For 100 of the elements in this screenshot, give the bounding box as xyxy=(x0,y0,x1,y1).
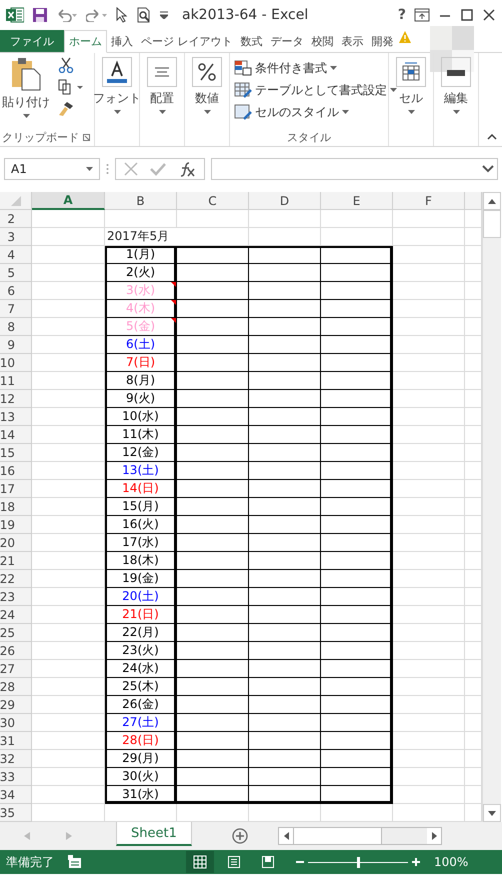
ribbon-tab[interactable]: 挿入 xyxy=(107,30,137,52)
table-cell[interactable]: 7(日) xyxy=(105,354,177,372)
table-cell[interactable] xyxy=(321,480,393,498)
table-cell[interactable] xyxy=(249,624,321,642)
redo-icon[interactable] xyxy=(86,8,108,22)
row-header[interactable]: 13 xyxy=(0,408,32,426)
table-cell[interactable] xyxy=(177,300,249,318)
table-cell[interactable] xyxy=(177,660,249,678)
maximize-icon[interactable] xyxy=(460,8,474,22)
table-cell[interactable]: 28(日) xyxy=(105,732,177,750)
table-cell[interactable]: 13(土) xyxy=(105,462,177,480)
table-cell[interactable] xyxy=(321,282,393,300)
row-header[interactable]: 4 xyxy=(0,246,32,264)
group-button[interactable]: フォント xyxy=(93,90,141,107)
collapse-ribbon-icon[interactable] xyxy=(487,134,497,140)
table-cell[interactable] xyxy=(321,408,393,426)
down-arrow-icon[interactable] xyxy=(488,810,496,816)
table-cell[interactable] xyxy=(321,624,393,642)
table-cell[interactable] xyxy=(177,246,249,264)
table-cell[interactable] xyxy=(177,336,249,354)
pointer-icon[interactable] xyxy=(116,7,128,23)
table-cell[interactable] xyxy=(177,282,249,300)
caret-icon[interactable] xyxy=(22,114,30,118)
table-cell[interactable] xyxy=(177,444,249,462)
table-cell[interactable] xyxy=(321,570,393,588)
table-cell[interactable]: 6(土) xyxy=(105,336,177,354)
row-header[interactable]: 16 xyxy=(0,462,32,480)
table-cell[interactable] xyxy=(249,426,321,444)
row-header[interactable]: 33 xyxy=(0,768,32,786)
row-header[interactable]: 26 xyxy=(0,642,32,660)
table-cell[interactable] xyxy=(249,750,321,768)
undo-icon[interactable] xyxy=(56,8,78,22)
table-cell[interactable] xyxy=(177,516,249,534)
zoom-level[interactable]: 100% xyxy=(434,855,468,869)
table-cell[interactable] xyxy=(321,336,393,354)
table-cell[interactable]: 10(水) xyxy=(105,408,177,426)
ribbon-tab[interactable]: 表示 xyxy=(338,30,368,52)
table-cell[interactable] xyxy=(321,768,393,786)
table-format-icon[interactable] xyxy=(234,82,252,98)
table-cell[interactable] xyxy=(249,444,321,462)
table-cell[interactable]: 1(月) xyxy=(105,246,177,264)
table-cell[interactable] xyxy=(249,696,321,714)
table-cell[interactable]: 8(月) xyxy=(105,372,177,390)
dialog-launcher-icon[interactable] xyxy=(83,134,90,140)
caret-icon[interactable] xyxy=(158,110,166,114)
caret-icon[interactable] xyxy=(330,66,337,70)
month-cell[interactable]: 2017年5月 xyxy=(105,228,249,246)
table-cell[interactable]: 12(金) xyxy=(105,444,177,462)
table-cell[interactable] xyxy=(249,264,321,282)
style-menu-item[interactable]: テーブルとして書式設定 xyxy=(255,82,387,98)
table-cell[interactable] xyxy=(177,732,249,750)
table-cell[interactable] xyxy=(177,264,249,282)
row-header[interactable]: 10 xyxy=(0,354,32,372)
page-layout-icon[interactable] xyxy=(227,855,241,869)
zoom-slider-thumb[interactable] xyxy=(357,856,360,868)
table-cell[interactable] xyxy=(321,606,393,624)
row-header[interactable]: 3 xyxy=(0,228,32,246)
table-cell[interactable] xyxy=(177,786,249,804)
table-cell[interactable]: 9(火) xyxy=(105,390,177,408)
row-header[interactable]: 7 xyxy=(0,300,32,318)
table-cell[interactable] xyxy=(177,372,249,390)
column-header[interactable]: D xyxy=(249,192,321,210)
paste-icon[interactable] xyxy=(11,57,41,91)
row-header[interactable]: 15 xyxy=(0,444,32,462)
table-cell[interactable] xyxy=(321,300,393,318)
caret-icon[interactable] xyxy=(114,110,120,114)
row-header[interactable]: 28 xyxy=(0,678,32,696)
row-header[interactable]: 27 xyxy=(0,660,32,678)
column-header[interactable]: E xyxy=(321,192,393,210)
table-cell[interactable] xyxy=(321,750,393,768)
formula-field[interactable] xyxy=(211,158,498,180)
cell-style-icon[interactable] xyxy=(234,104,252,120)
table-cell[interactable]: 29(月) xyxy=(105,750,177,768)
table-cell[interactable] xyxy=(249,282,321,300)
row-header[interactable]: 35 xyxy=(0,804,32,822)
close-icon[interactable] xyxy=(482,8,496,22)
table-cell[interactable] xyxy=(321,678,393,696)
insert-function-icon[interactable] xyxy=(178,161,196,177)
table-cell[interactable] xyxy=(177,408,249,426)
table-cell[interactable] xyxy=(177,480,249,498)
caret-icon[interactable] xyxy=(86,167,93,171)
table-cell[interactable] xyxy=(249,318,321,336)
ribbon-tab[interactable]: 校閲 xyxy=(308,30,338,52)
save-icon[interactable] xyxy=(32,7,48,23)
table-cell[interactable] xyxy=(177,552,249,570)
scroll-up-button[interactable] xyxy=(483,192,501,210)
table-cell[interactable] xyxy=(177,624,249,642)
table-cell[interactable] xyxy=(321,444,393,462)
table-cell[interactable] xyxy=(321,552,393,570)
table-cell[interactable] xyxy=(249,678,321,696)
table-cell[interactable] xyxy=(321,354,393,372)
row-header[interactable]: 14 xyxy=(0,426,32,444)
zoom-in-icon[interactable] xyxy=(412,858,420,866)
table-cell[interactable] xyxy=(249,786,321,804)
zoom-out-icon[interactable] xyxy=(296,858,304,866)
table-cell[interactable] xyxy=(249,408,321,426)
table-cell[interactable] xyxy=(249,534,321,552)
row-header[interactable]: 32 xyxy=(0,750,32,768)
table-cell[interactable] xyxy=(177,750,249,768)
table-cell[interactable] xyxy=(321,642,393,660)
